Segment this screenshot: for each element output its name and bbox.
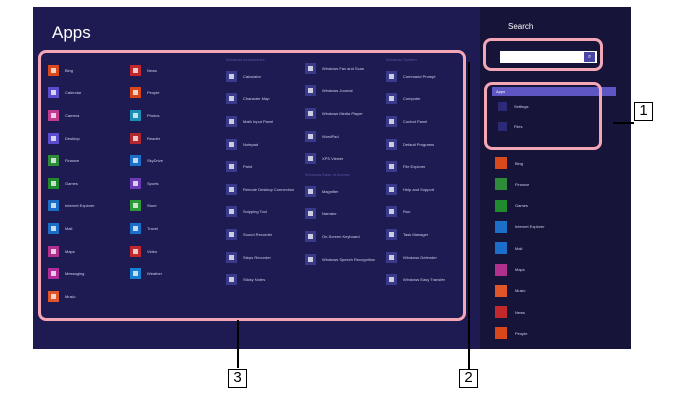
- search-app-news[interactable]: News: [495, 306, 526, 319]
- app-label: Maps: [515, 267, 525, 272]
- search-app-games[interactable]: Games: [495, 199, 528, 212]
- apps-area-highlight: [38, 50, 466, 321]
- callout-3-line: [237, 320, 239, 368]
- app-label: People: [515, 330, 528, 336]
- search-title: Search: [508, 22, 534, 31]
- app-label: News: [515, 309, 526, 315]
- app-icon: [495, 220, 507, 233]
- app-label: Bing: [515, 160, 524, 166]
- app-icon: [495, 199, 507, 212]
- search-app-finance[interactable]: Finance: [495, 178, 530, 191]
- app-label: Internet Explorer: [515, 224, 545, 230]
- app-icon: [495, 284, 507, 297]
- callout-1-line: [613, 122, 634, 124]
- search-app-people[interactable]: People: [495, 327, 528, 340]
- app-label: Games: [515, 203, 528, 209]
- apps-title: Apps: [52, 23, 91, 42]
- callout-2-line: [468, 62, 470, 369]
- search-app-music[interactable]: Music: [495, 284, 526, 297]
- app-icon: [495, 263, 507, 276]
- search-app-mail[interactable]: Mail: [495, 242, 523, 255]
- app-label: Mail: [515, 245, 523, 251]
- app-label: Finance: [515, 181, 530, 187]
- callout-1: 1: [634, 102, 653, 121]
- search-app-internet-explorer[interactable]: Internet Explorer: [495, 220, 545, 233]
- search-box-highlight: [483, 38, 603, 71]
- search-app-maps[interactable]: Maps: [495, 263, 525, 276]
- app-icon: [495, 157, 507, 169]
- app-icon: [495, 327, 507, 340]
- search-app-bing[interactable]: Bing: [495, 157, 523, 169]
- callout-3: 3: [228, 369, 247, 388]
- start-screen: Apps Bing Calendar Camera Desktop Finance Gam…: [33, 7, 631, 349]
- app-label: Music: [515, 288, 526, 294]
- app-icon: [495, 242, 507, 255]
- app-icon: [495, 306, 507, 319]
- search-scope-highlight: [484, 82, 602, 150]
- search-pane: Search ⌕ Apps Settings Files Bing Finance…: [480, 7, 631, 349]
- app-icon: [495, 178, 507, 191]
- callout-2: 2: [459, 369, 478, 388]
